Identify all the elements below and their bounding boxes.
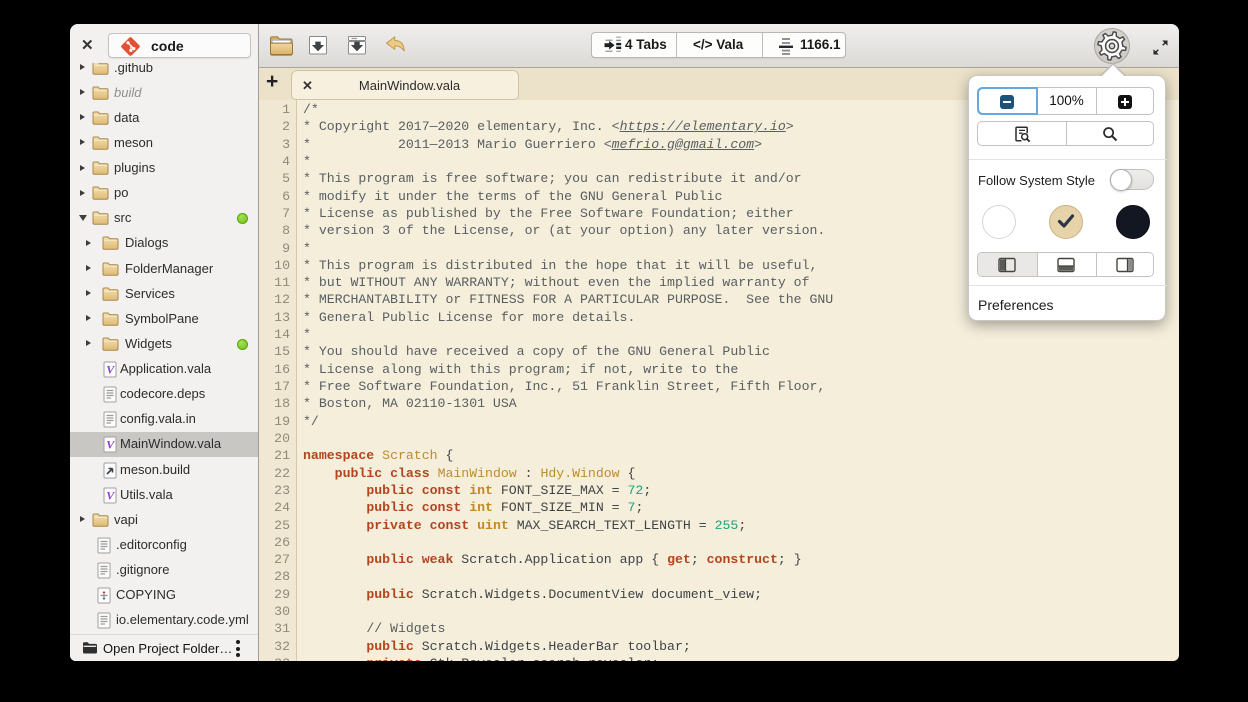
svg-text:V: V [106,488,115,502]
svg-text:V: V [106,363,115,377]
svg-text:V: V [106,438,115,452]
